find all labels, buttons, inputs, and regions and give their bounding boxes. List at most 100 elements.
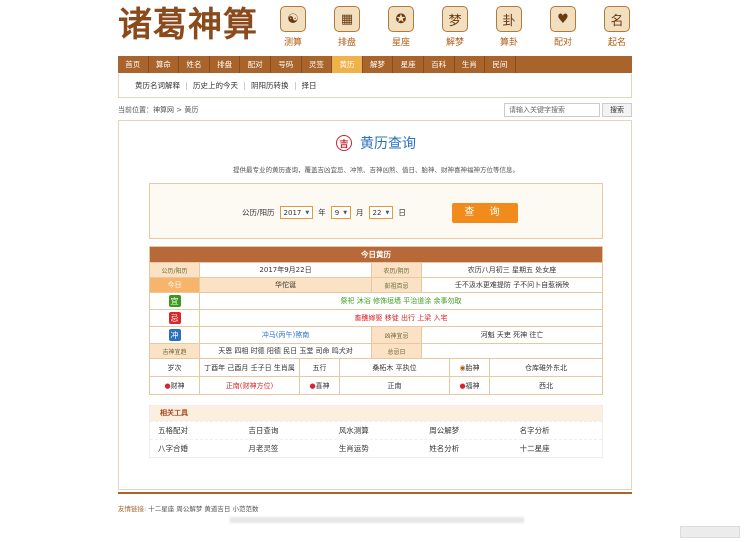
nav-item-peidui[interactable]: 配对 — [240, 56, 271, 73]
caishen-value: 正南(财神方位) — [200, 377, 300, 394]
lunar-label: 农历/阴历 — [372, 263, 422, 277]
header-link-xingzuo[interactable]: ✪ 星座 — [374, 6, 428, 48]
fushen-label: 福神 — [465, 381, 480, 390]
header-link-jiemeng[interactable]: 梦解梦 — [428, 6, 482, 48]
taishen-label: 胎神 — [465, 363, 480, 372]
footer-divider — [118, 492, 632, 494]
nav-item-home[interactable]: 首页 — [118, 56, 149, 73]
ji-value: 畜醮 嫁娶 移徙 出行 上梁 入宅 — [200, 310, 602, 326]
today-label: 今日 — [150, 278, 200, 292]
header-link-label: 星座 — [391, 38, 410, 48]
intro-text: 提供最专业的黄历查询，覆盖吉凶宜忌、冲煞、吉神凶煞、值日、胎神、财神喜神福神方位… — [233, 166, 519, 174]
header-icon-bar: ☯ 测算 ▦ 排盘 ✪ 星座 梦解梦 卦算卦 ♥ 配对 名起名 — [266, 6, 644, 48]
day-select[interactable]: 22 ▼ — [368, 206, 394, 219]
tool-link[interactable]: 生肖运势 — [331, 440, 421, 457]
table-row: 宜 祭祀 沐浴 修饰垣墙 平治道涂 余事勿取 — [150, 292, 602, 309]
tool-link[interactable]: 十二星座 — [512, 440, 602, 457]
nav-item-paipan[interactable]: 排盘 — [210, 56, 241, 73]
tool-link[interactable]: 风水测算 — [331, 422, 421, 439]
month-value: 9 — [334, 208, 340, 217]
header-link-cesuan[interactable]: ☯ 测算 — [266, 6, 320, 48]
tools-row: 八字合婚 月老灵签 生肖运势 姓名分析 十二星座 — [150, 439, 602, 457]
jiaci-value: 丁酉年 己酉月 壬子日 生肖属 — [200, 359, 300, 376]
tool-link[interactable]: 名字分析 — [512, 422, 602, 439]
tool-link[interactable]: 五格配对 — [150, 422, 240, 439]
subnav-item-zeri[interactable]: 择日 — [296, 81, 323, 90]
dream-icon: 梦 — [442, 6, 468, 32]
header-link-suangua[interactable]: 卦算卦 — [482, 6, 536, 48]
search-button[interactable]: 搜索 — [602, 103, 632, 117]
tool-link[interactable]: 姓名分析 — [421, 440, 511, 457]
tool-link[interactable]: 月老灵签 — [240, 440, 330, 457]
page-title: 黄历查询 — [360, 136, 416, 152]
search-input[interactable]: 请输入关键字搜索 — [504, 103, 600, 117]
wuxing-label: 五行 — [300, 359, 340, 376]
xishen-cell: ● 喜神 — [300, 377, 340, 394]
query-button[interactable]: 查 询 — [452, 203, 518, 223]
footer-copyright-blurred — [230, 517, 524, 523]
jishen-value: 天恩 四相 时德 阳德 民日 玉堂 司命 鸣犬对 — [200, 344, 372, 358]
hexagram-icon: 卦 — [496, 6, 522, 32]
chong-icon: 冲 — [168, 329, 181, 341]
today-value: 华佗诞 — [200, 278, 372, 292]
tool-link[interactable]: 吉日查询 — [240, 422, 330, 439]
chevron-down-icon: ▼ — [385, 209, 390, 216]
corner-badge-blurred — [680, 526, 740, 538]
ji-badge-icon: 忌 — [168, 312, 181, 324]
subnav-item-terms[interactable]: 黄历名词解释 — [129, 81, 187, 90]
year-select[interactable]: 2017 ▼ — [279, 206, 314, 219]
nav-item-suanming[interactable]: 算命 — [149, 56, 180, 73]
site-logo[interactable]: 诸葛神算 — [118, 5, 258, 45]
tool-link[interactable]: 八字合婚 — [150, 440, 240, 457]
table-row: 今日 华佗诞 彭祖百忌 壬不汲水更难提防 子不问卜自惹祸殃 — [150, 277, 602, 292]
nav-item-minjian[interactable]: 民间 — [485, 56, 516, 73]
nav-item-baike[interactable]: 百科 — [424, 56, 455, 73]
sub-nav: 黄历名词解释 历史上的今天 阴阳历转换 择日 — [118, 74, 632, 98]
jiaci-label: 岁次 — [150, 359, 200, 376]
almanac-header: 今日黄历 — [150, 247, 602, 262]
yi-cell: 宜 — [150, 293, 200, 309]
name-icon: 名 — [604, 6, 630, 32]
header-link-paipan[interactable]: ▦ 排盘 — [320, 6, 374, 48]
header-link-peidui[interactable]: ♥ 配对 — [536, 6, 590, 48]
year-value: 2017 — [283, 208, 302, 217]
solar-value: 2017年9月22日 — [200, 263, 372, 277]
header-link-qiming[interactable]: 名起名 — [590, 6, 644, 48]
header-link-label: 配对 — [553, 38, 572, 48]
tool-link[interactable]: 周公解梦 — [421, 422, 511, 439]
main-nav: 首页 算命 姓名 排盘 配对 号码 灵签 黄历 解梦 星座 百科 生肖 民间 — [118, 56, 632, 73]
zongsuan-value — [422, 344, 602, 358]
day-unit: 日 — [398, 208, 406, 217]
pengzu-value: 壬不汲水更难提防 子不问卜自惹祸殃 — [454, 281, 570, 289]
nav-item-jiemeng[interactable]: 解梦 — [363, 56, 394, 73]
subnav-item-history-today[interactable]: 历史上的今天 — [187, 81, 245, 90]
nav-item-shengxiao[interactable]: 生肖 — [455, 56, 486, 73]
nav-item-haoma[interactable]: 号码 — [271, 56, 302, 73]
year-unit: 年 — [318, 208, 326, 217]
friend-links: 友情链接: 十二星座 周公解梦 黄道吉日 小范范数 — [118, 503, 258, 513]
subnav-item-calendar-convert[interactable]: 阴阳历转换 — [245, 81, 296, 90]
nav-item-xingming[interactable]: 姓名 — [179, 56, 210, 73]
breadcrumb[interactable]: 当前位置：神算网 > 黄历 — [118, 105, 198, 115]
main-content: 吉 黄历查询 提供最专业的黄历查询，覆盖吉凶宜忌、冲煞、吉神凶煞、值日、胎神、财… — [118, 120, 632, 490]
table-row: ● 财神 正南(财神方位) ● 喜神 正南 ● 福神 西北 — [150, 376, 602, 394]
header-link-label: 起名 — [607, 38, 626, 48]
month-select[interactable]: 9 ▼ — [330, 206, 352, 219]
friend-links-list[interactable]: 十二星座 周公解梦 黄道吉日 小范范数 — [148, 505, 258, 513]
query-panel: 公历/阳历 2017 ▼ 年 9 ▼ 月 22 ▼ 日 查 询 — [149, 183, 603, 239]
solar-label: 公历/阳历 — [150, 263, 200, 277]
title-row: 吉 黄历查询 — [119, 133, 633, 153]
tools-row: 五格配对 吉日查询 风水测算 周公解梦 名字分析 — [150, 421, 602, 439]
friend-links-label: 友情链接: — [118, 505, 147, 513]
caishen-cell: ● 财神 — [150, 377, 200, 394]
wuxing-value: 桑柘木 平执位 — [340, 359, 450, 376]
nav-item-xingzuo[interactable]: 星座 — [393, 56, 424, 73]
zongsuan-label: 总忌日 — [372, 344, 422, 358]
lunar-value: 农历八月初三 星期五 处女座 — [467, 266, 557, 274]
nav-item-lingqian[interactable]: 灵签 — [302, 56, 333, 73]
almanac-table: 今日黄历 公历/阳历 2017年9月22日 农历/阴历 农历八月初三 星期五 处… — [149, 246, 603, 395]
nav-item-huangli[interactable]: 黄历 — [332, 56, 363, 73]
xiongshen-value: 河魁 天吏 死神 往亡 — [480, 331, 544, 339]
fushen-cell: ● 福神 — [450, 377, 490, 394]
ji-prefix: 畜醮 — [354, 314, 369, 322]
